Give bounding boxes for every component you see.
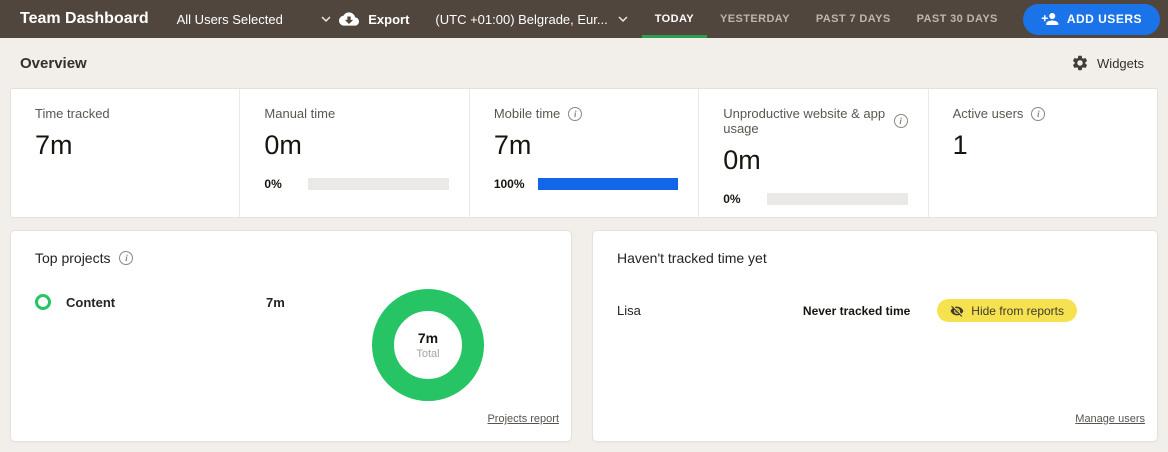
timezone-dropdown[interactable]: (UTC +01:00) Belgrade, Eur...	[435, 10, 631, 28]
project-duration: 7m	[266, 294, 285, 310]
stat-time-tracked: Time tracked 7m	[11, 89, 239, 217]
date-range-tabs: TODAY YESTERDAY PAST 7 DAYS PAST 30 DAYS	[641, 0, 1011, 38]
progress-track	[308, 178, 449, 190]
unproductive-progress: 0%	[723, 192, 908, 206]
stat-label: Active users	[952, 106, 1024, 121]
projects-donut-chart: 7m Total	[372, 289, 484, 401]
page-title: Overview	[20, 54, 87, 72]
add-users-label: ADD USERS	[1066, 12, 1142, 26]
gear-icon	[1073, 55, 1088, 71]
stat-label: Manual time	[264, 106, 336, 121]
overview-header: Overview Widgets	[0, 38, 1168, 88]
hide-from-reports-button[interactable]: Hide from reports	[937, 299, 1077, 322]
export-label: Export	[368, 11, 410, 27]
stat-label: Time tracked	[35, 106, 110, 121]
topbar: Team Dashboard All Users Selected Export…	[0, 0, 1168, 38]
user-filter-dropdown[interactable]: All Users Selected	[177, 10, 335, 28]
percent-label: 100%	[493, 177, 525, 191]
progress-track	[767, 193, 908, 205]
tab-today[interactable]: TODAY	[641, 0, 708, 38]
percent-label: 0%	[723, 192, 741, 206]
user-filter-label: All Users Selected	[176, 11, 283, 27]
chevron-down-icon	[321, 16, 331, 22]
stat-value: 7m	[35, 130, 73, 160]
manage-users-link[interactable]: Manage users	[1075, 413, 1145, 425]
untracked-panel: Haven't tracked time yet Lisa Never trac…	[592, 230, 1158, 442]
eye-off-icon	[950, 305, 964, 317]
project-legend-row: Content 7m	[11, 294, 571, 310]
info-icon[interactable]	[568, 106, 583, 121]
panel-title: Top projects	[35, 250, 111, 266]
widgets-label: Widgets	[1097, 55, 1144, 71]
panel-title: Haven't tracked time yet	[617, 250, 767, 266]
progress-track	[537, 178, 679, 190]
user-name: Lisa	[617, 303, 641, 318]
hide-from-reports-label: Hide from reports	[971, 303, 1064, 318]
project-color-ring-icon	[35, 294, 51, 310]
progress-fill	[537, 178, 679, 190]
person-add-icon	[1041, 13, 1059, 25]
top-projects-panel: Top projects Content 7m 7m Total Project…	[10, 230, 572, 442]
stat-manual-time: Manual time 0m 0%	[239, 89, 468, 217]
bottom-row: Top projects Content 7m 7m Total Project…	[10, 230, 1158, 442]
widgets-button[interactable]: Widgets	[1071, 54, 1144, 72]
info-icon[interactable]	[119, 251, 134, 265]
stat-label: Unproductive website & app usage	[723, 106, 886, 136]
manual-time-progress: 0%	[264, 177, 449, 191]
tab-past-30-days[interactable]: PAST 30 DAYS	[904, 0, 1011, 38]
stat-value: 7m	[493, 130, 532, 160]
cloud-download-icon	[339, 12, 360, 26]
user-status: Never tracked time	[802, 303, 911, 318]
add-users-button[interactable]: ADD USERS	[1022, 3, 1160, 35]
project-name: Content	[66, 294, 116, 310]
info-icon[interactable]	[893, 114, 908, 128]
stat-value: 0m	[264, 130, 302, 160]
donut-total-label: Total	[416, 348, 440, 360]
stat-label: Mobile time	[493, 106, 561, 121]
stat-unproductive-usage: Unproductive website & app usage 0m 0%	[698, 89, 927, 217]
tab-yesterday[interactable]: YESTERDAY	[707, 0, 803, 38]
app-title: Team Dashboard	[20, 10, 149, 27]
stat-value: 0m	[723, 145, 761, 175]
projects-report-link[interactable]: Projects report	[487, 413, 559, 425]
timezone-label: (UTC +01:00) Belgrade, Eur...	[435, 11, 608, 27]
stat-active-users: Active users 1	[927, 89, 1157, 217]
stat-value: 1	[952, 130, 968, 160]
percent-label: 0%	[264, 177, 282, 191]
tab-past-7-days[interactable]: PAST 7 DAYS	[803, 0, 904, 38]
donut-total-value: 7m	[417, 330, 439, 346]
untracked-user-row: Lisa Never tracked time Hide from report…	[593, 299, 1157, 322]
chevron-down-icon	[618, 16, 628, 22]
info-icon[interactable]	[1031, 106, 1046, 121]
mobile-time-progress: 100%	[493, 177, 679, 191]
stat-mobile-time: Mobile time 7m 100%	[468, 89, 698, 217]
export-button[interactable]: Export	[339, 9, 409, 29]
stats-panel: Time tracked 7m Manual time 0m 0% Mobile…	[10, 88, 1158, 218]
